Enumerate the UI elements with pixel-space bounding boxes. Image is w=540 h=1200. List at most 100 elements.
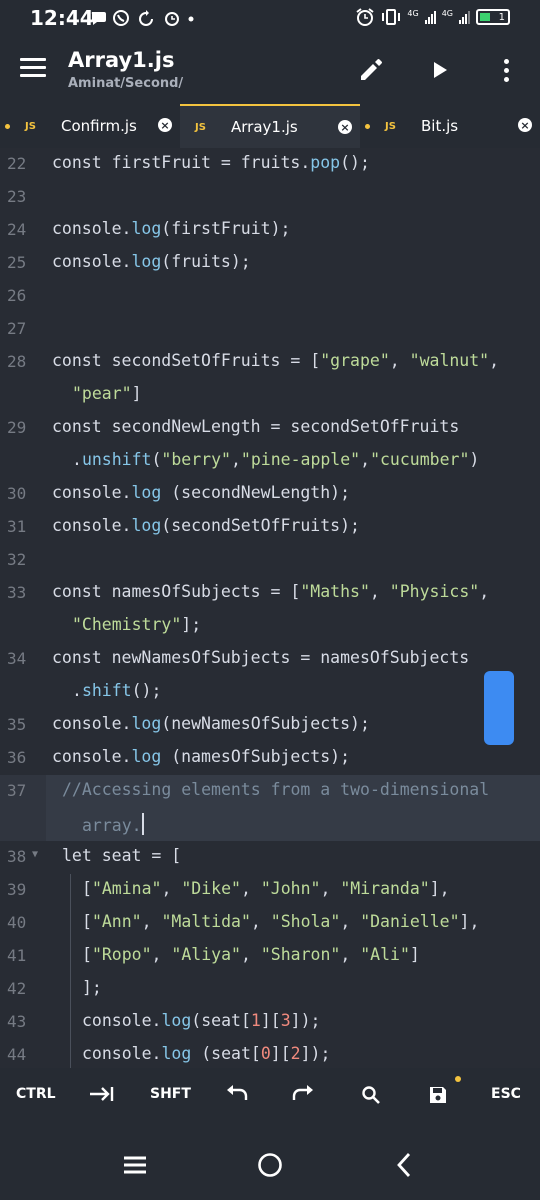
code-line[interactable]: 27 — [0, 313, 540, 346]
code-token: log — [131, 483, 162, 502]
code-line[interactable]: 36 console.log (namesOfSubjects); — [0, 742, 540, 775]
code-token: , — [489, 351, 500, 370]
code-token: 2 — [290, 1044, 301, 1063]
notification-icons-svg — [91, 10, 194, 26]
notification-icons — [90, 9, 198, 31]
code-token: "Dike" — [181, 879, 241, 898]
close-icon[interactable]: × — [518, 118, 532, 132]
code-line[interactable]: "pear"] — [0, 379, 540, 412]
code-token: unshift — [81, 450, 152, 469]
code-line[interactable]: "Chemistry"]; — [0, 610, 540, 643]
code-line[interactable]: 34 const newNamesOfSubjects = namesOfSubj… — [0, 643, 540, 676]
code-line[interactable]: 40 ["Ann", "Maltida", "Shola", "Danielle"… — [0, 907, 540, 940]
tab-confirm-js[interactable]: JS Confirm.js × — [0, 104, 180, 148]
tab-key-button[interactable] — [88, 1082, 116, 1110]
code-text: array. — [82, 813, 144, 835]
redo-button[interactable] — [290, 1082, 316, 1110]
tab-bit-js[interactable]: JS Bit.js × — [360, 104, 540, 148]
code-line[interactable]: .shift(); — [0, 676, 540, 709]
code-line[interactable]: 33 const namesOfSubjects = ["Maths", "Phy… — [0, 577, 540, 610]
code-line[interactable]: 30 console.log (secondNewLength); — [0, 478, 540, 511]
save-button[interactable] — [427, 1084, 449, 1110]
tab-array1-js[interactable]: JS Array1.js × — [180, 104, 360, 148]
code-line[interactable]: 29 const secondNewLength = secondSetOfFru… — [0, 412, 540, 445]
esc-key-button[interactable]: ESC — [491, 1086, 521, 1102]
code-text: console.log (namesOfSubjects); — [52, 747, 350, 766]
code-line[interactable]: 35 console.log(newNamesOfSubjects); — [0, 709, 540, 742]
ctrl-key-button[interactable]: CTRL — [16, 1086, 56, 1102]
recent-apps-button[interactable] — [120, 1150, 150, 1180]
code-token: const secondSetOfFruits = [ — [52, 351, 321, 370]
code-line[interactable]: 43 console.log(seat[1][3]); — [0, 1006, 540, 1039]
code-token: , — [369, 582, 390, 601]
code-token: log — [131, 516, 162, 535]
code-token: ] — [409, 945, 420, 964]
home-icon — [258, 1153, 282, 1177]
code-text: const newNamesOfSubjects = namesOfSubjec… — [52, 648, 469, 667]
edit-button[interactable] — [355, 54, 387, 86]
code-line[interactable]: 26 — [0, 280, 540, 313]
code-token: "Physics" — [389, 582, 480, 601]
code-line[interactable]: 22 const firstFruit = fruits.pop(); — [0, 148, 540, 181]
code-token: (seat[ — [191, 1011, 251, 1030]
code-line[interactable]: .unshift("berry","pine-apple","cucumber"… — [0, 445, 540, 478]
line-number: 36 — [7, 748, 27, 767]
line-number: 40 — [7, 913, 27, 932]
code-token: log — [131, 747, 162, 766]
code-line[interactable]: 44 console.log (seat[0][2]); — [0, 1039, 540, 1068]
code-token: "cucumber" — [370, 450, 470, 469]
code-token: "Aliya" — [171, 945, 241, 964]
text-cursor — [141, 813, 144, 835]
system-icons: 4G 4G 1 — [355, 8, 510, 26]
code-token: , — [320, 879, 341, 898]
code-line[interactable]: 37 //Accessing elements from a two-dimens… — [0, 775, 540, 808]
more-options-button[interactable] — [490, 54, 522, 86]
line-number: 27 — [7, 319, 27, 338]
undo-button[interactable] — [224, 1082, 250, 1110]
network-4g-icon: 4G — [407, 8, 419, 18]
code-line[interactable]: 32 — [0, 544, 540, 577]
fold-arrow-icon[interactable]: ▼ — [32, 849, 38, 860]
code-token: "Ropo" — [91, 945, 152, 964]
indent-guide — [70, 907, 71, 940]
code-line[interactable]: 42]; — [0, 973, 540, 1006]
code-line[interactable]: 25 console.log(fruits); — [0, 247, 540, 280]
code-line[interactable]: 28 const secondSetOfFruits = ["grape", "w… — [0, 346, 540, 379]
code-token: shift — [81, 681, 132, 700]
code-editor[interactable]: 44 console.log (seat[0][2]); 43 console.log… — [0, 148, 540, 1068]
line-number: 26 — [7, 286, 27, 305]
pencil-icon — [361, 59, 382, 80]
code-line[interactable]: array. — [0, 808, 540, 841]
code-token: , — [240, 945, 261, 964]
code-line[interactable]: 24 console.log(firstFruit); — [0, 214, 540, 247]
code-token: 0 — [260, 1044, 271, 1063]
unsaved-dot-icon — [365, 123, 370, 129]
status-time: 12:44 — [30, 6, 94, 30]
code-line[interactable]: 31 console.log(secondSetOfFruits); — [0, 511, 540, 544]
code-line[interactable]: 23 — [0, 181, 540, 214]
search-button[interactable] — [360, 1084, 382, 1110]
code-token: console. — [82, 1011, 162, 1030]
menu-button[interactable] — [20, 58, 46, 78]
close-icon[interactable]: × — [338, 120, 352, 134]
shift-key-button[interactable]: SHFT — [150, 1086, 191, 1102]
code-token: ) — [469, 450, 480, 469]
menu-icon-bar — [20, 66, 46, 69]
scroll-thumb[interactable] — [484, 671, 514, 745]
code-line[interactable]: 39 ["Amina", "Dike", "John", "Miranda"], — [0, 874, 540, 907]
play-icon — [434, 62, 447, 78]
code-token: , — [240, 879, 261, 898]
line-number: 31 — [7, 517, 27, 536]
run-button[interactable] — [424, 54, 456, 86]
code-token: console. — [82, 1044, 162, 1063]
home-button[interactable] — [255, 1150, 285, 1180]
code-token: "John" — [260, 879, 321, 898]
back-button[interactable] — [390, 1150, 420, 1180]
line-number: 33 — [7, 583, 27, 602]
code-line[interactable]: 38 ▼ let seat = [ — [0, 841, 540, 874]
code-token: ]; — [181, 615, 202, 634]
tab-label: Confirm.js — [61, 117, 137, 135]
code-text: .unshift("berry","pine-apple","cucumber"… — [72, 450, 479, 469]
close-icon[interactable]: × — [158, 118, 172, 132]
code-line[interactable]: 41 ["Ropo", "Aliya", "Sharon", "Ali"] — [0, 940, 540, 973]
